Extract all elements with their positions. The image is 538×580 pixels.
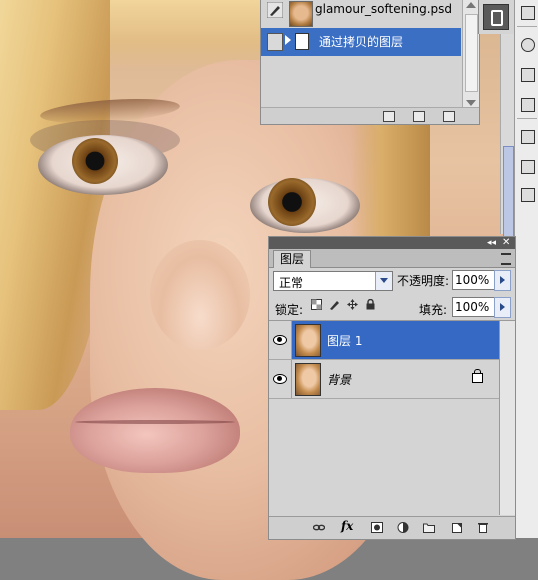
- history-step-name: 通过拷贝的图层: [319, 35, 404, 49]
- lock-icon: [472, 369, 483, 383]
- visibility-toggle[interactable]: [269, 360, 292, 398]
- eye-icon[interactable]: [273, 374, 287, 384]
- panel-titlebar[interactable]: ◂◂ ✕: [269, 237, 515, 249]
- panel-tab-row: 图层: [269, 249, 515, 268]
- link-layers-icon[interactable]: [313, 522, 325, 533]
- fill-input[interactable]: 100%: [452, 297, 496, 317]
- scroll-up-icon[interactable]: [466, 2, 476, 8]
- nose: [150, 240, 250, 350]
- camera-snapshot-icon[interactable]: [413, 111, 425, 122]
- layer-row-background[interactable]: 背景: [269, 360, 499, 399]
- layer-via-copy-icon: [295, 33, 309, 50]
- history-brush-icon[interactable]: [267, 2, 283, 18]
- adjustments-icon[interactable]: [521, 160, 535, 174]
- history-scrollbar[interactable]: [462, 0, 479, 108]
- panel-dock-header: [478, 0, 515, 34]
- lips: [70, 388, 240, 473]
- divider: [517, 118, 537, 119]
- new-layer-icon[interactable]: [451, 522, 463, 533]
- scroll-thumb[interactable]: [503, 146, 514, 238]
- layers-scrollbar[interactable]: [499, 321, 515, 515]
- layer-thumbnail: [295, 324, 321, 357]
- trash-icon[interactable]: [477, 522, 489, 533]
- snapshot-name: glamour_softening.psd: [315, 2, 453, 16]
- panel-menu-icon[interactable]: [501, 253, 511, 265]
- navigator-icon[interactable]: [521, 6, 535, 20]
- history-footer: [261, 107, 479, 124]
- lock-image-brush-icon[interactable]: [329, 299, 340, 310]
- lock-transparency-icon[interactable]: [311, 299, 322, 310]
- tab-layers[interactable]: 图层: [273, 250, 312, 268]
- layers-panel: ◂◂ ✕ 图层 正常 不透明度: 100% 锁定: 填充: 100% 图层 1: [268, 236, 516, 540]
- history-step-row[interactable]: 通过拷贝的图层: [261, 28, 461, 56]
- new-document-from-state-icon[interactable]: [383, 111, 395, 122]
- current-step-arrow-icon: [285, 35, 291, 45]
- lock-label: 锁定:: [275, 303, 304, 317]
- history-panel: glamour_softening.psd 通过拷贝的图层: [260, 0, 480, 125]
- close-icon[interactable]: ✕: [502, 237, 510, 248]
- opacity-slider-button[interactable]: [494, 270, 511, 291]
- adjustment-layer-icon[interactable]: [397, 522, 409, 533]
- add-mask-icon[interactable]: [371, 522, 383, 533]
- layer-name[interactable]: 图层 1: [327, 332, 362, 349]
- masks-icon[interactable]: [521, 188, 535, 202]
- opacity-label: 不透明度:: [397, 274, 450, 288]
- opacity-input[interactable]: 100%: [452, 270, 496, 290]
- snapshot-thumbnail: [289, 1, 313, 27]
- color-icon[interactable]: [521, 68, 535, 82]
- styles-fx-icon[interactable]: [521, 130, 535, 144]
- visibility-toggle[interactable]: [269, 321, 292, 359]
- history-source-checkbox[interactable]: [267, 33, 283, 51]
- swatches-icon[interactable]: [521, 98, 535, 112]
- blend-mode-value: 正常: [279, 276, 304, 290]
- blend-mode-select[interactable]: 正常: [273, 271, 393, 291]
- folder-icon[interactable]: [423, 522, 435, 533]
- history-snapshot-row[interactable]: glamour_softening.psd: [261, 0, 461, 28]
- collapse-icon[interactable]: ◂◂: [487, 238, 496, 248]
- history-panel-toggle-icon[interactable]: [483, 4, 509, 30]
- lock-position-move-icon[interactable]: [347, 299, 358, 310]
- layer-name[interactable]: 背景: [327, 371, 351, 388]
- fill-label: 填充:: [419, 303, 448, 317]
- layer-row-layer-1[interactable]: 图层 1: [269, 321, 499, 360]
- scroll-down-icon[interactable]: [466, 100, 476, 106]
- lip-line: [75, 420, 235, 424]
- trash-icon[interactable]: [443, 111, 455, 122]
- chevron-down-icon[interactable]: [375, 272, 392, 290]
- right-iris: [268, 178, 316, 226]
- right-panel-strip: [514, 0, 538, 538]
- layer-style-fx-icon[interactable]: fx: [341, 519, 359, 533]
- left-iris: [72, 138, 118, 184]
- fill-slider-button[interactable]: [494, 297, 511, 318]
- layers-footer: fx: [269, 516, 515, 539]
- layer-thumbnail: [295, 363, 321, 396]
- divider: [517, 26, 537, 27]
- info-icon[interactable]: [521, 38, 535, 52]
- lock-all-icon[interactable]: [365, 299, 376, 310]
- document-vertical-scrollbar[interactable]: [500, 34, 515, 238]
- scroll-thumb[interactable]: [465, 14, 478, 92]
- eye-icon[interactable]: [273, 335, 287, 345]
